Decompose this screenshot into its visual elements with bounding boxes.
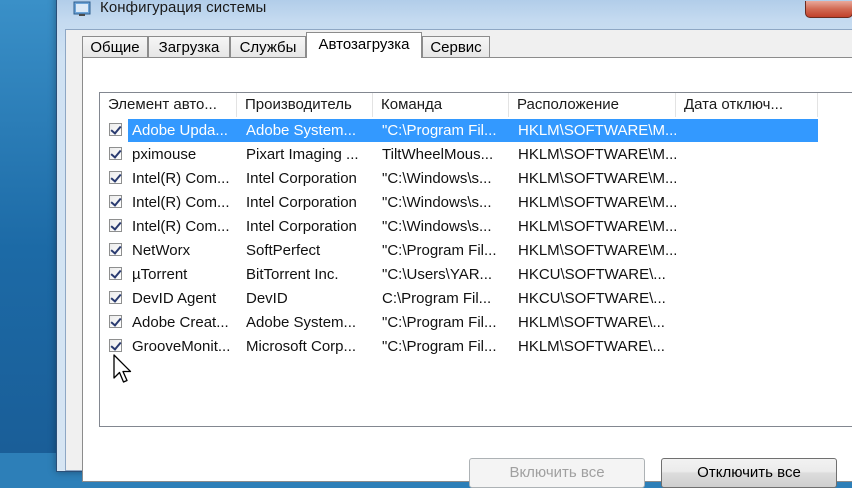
cell-manufacturer: BitTorrent Inc. bbox=[246, 266, 339, 283]
cell-location: HKLM\SOFTWARE\M... bbox=[518, 122, 676, 139]
cell-item: pximouse bbox=[132, 146, 197, 163]
row-checkbox[interactable] bbox=[109, 123, 122, 136]
cell-date bbox=[685, 263, 815, 286]
cell-manufacturer: Intel Corporation bbox=[246, 170, 357, 187]
tab-startup[interactable]: Автозагрузка bbox=[306, 32, 422, 58]
row-checkbox[interactable] bbox=[109, 315, 122, 328]
cell-command: "C:\Windows\s... bbox=[382, 218, 492, 235]
cell-manufacturer: Intel Corporation bbox=[246, 194, 357, 211]
cell-manufacturer: Microsoft Corp... bbox=[246, 338, 357, 355]
cell-date bbox=[685, 239, 815, 262]
cell-item: Intel(R) Com... bbox=[132, 170, 230, 187]
row-checkbox[interactable] bbox=[109, 339, 122, 352]
list-row[interactable]: Adobe Upda... Adobe System... "C:\Progra… bbox=[100, 119, 852, 142]
cell-item: GrooveMonit... bbox=[132, 338, 231, 355]
column-header-location[interactable]: Расположение bbox=[509, 93, 676, 117]
cell-item: Intel(R) Com... bbox=[132, 218, 230, 235]
window-title: Конфигурация системы bbox=[100, 0, 267, 16]
cell-item: Intel(R) Com... bbox=[132, 194, 230, 211]
cell-date bbox=[685, 167, 815, 190]
tab-tools[interactable]: Сервис bbox=[422, 36, 490, 57]
list-row[interactable]: NetWorx SoftPerfect "C:\Program Fil... H… bbox=[100, 239, 852, 262]
cell-command: "C:\Users\YAR... bbox=[382, 266, 493, 283]
cell-manufacturer: Intel Corporation bbox=[246, 218, 357, 235]
list-row[interactable]: GrooveMonit... Microsoft Corp... "C:\Pro… bbox=[100, 335, 852, 358]
cell-location: HKCU\SOFTWARE\... bbox=[518, 290, 666, 307]
column-header-manufacturer[interactable]: Производитель bbox=[237, 93, 373, 117]
cell-manufacturer: DevID bbox=[246, 290, 288, 307]
list-row[interactable]: DevID Agent DevID C:\Program Fil... HKCU… bbox=[100, 287, 852, 310]
startup-list[interactable]: Элемент авто... Производитель Команда Ра… bbox=[99, 92, 852, 427]
list-row[interactable]: Intel(R) Com... Intel Corporation "C:\Wi… bbox=[100, 215, 852, 238]
cell-location: HKLM\SOFTWARE\... bbox=[518, 338, 665, 355]
cell-item: Adobe Creat... bbox=[132, 314, 229, 331]
close-button[interactable] bbox=[805, 1, 852, 18]
list-row[interactable]: Adobe Creat... Adobe System... "C:\Progr… bbox=[100, 311, 852, 334]
cell-location: HKLM\SOFTWARE\M... bbox=[518, 170, 676, 187]
cell-manufacturer: Adobe System... bbox=[246, 314, 357, 331]
column-header-item[interactable]: Элемент авто... bbox=[100, 93, 237, 117]
column-header-command[interactable]: Команда bbox=[373, 93, 509, 117]
column-header-date-disabled[interactable]: Дата отключ... bbox=[676, 93, 818, 117]
cell-command: "C:\Windows\s... bbox=[382, 170, 492, 187]
cell-manufacturer: SoftPerfect bbox=[246, 242, 321, 259]
cell-manufacturer: Adobe System... bbox=[246, 122, 357, 139]
cell-date bbox=[685, 335, 815, 358]
list-row[interactable]: Intel(R) Com... Intel Corporation "C:\Wi… bbox=[100, 191, 852, 214]
cell-date bbox=[685, 287, 815, 310]
cell-location: HKLM\SOFTWARE\M... bbox=[518, 242, 676, 259]
mouse-cursor-icon bbox=[113, 354, 132, 383]
row-checkbox[interactable] bbox=[109, 267, 122, 280]
cell-location: HKLM\SOFTWARE\M... bbox=[518, 146, 676, 163]
cell-location: HKLM\SOFTWARE\... bbox=[518, 314, 665, 331]
cell-location: HKLM\SOFTWARE\M... bbox=[518, 218, 676, 235]
cell-item: DevID Agent bbox=[132, 290, 217, 307]
tab-boot[interactable]: Загрузка bbox=[148, 36, 230, 57]
desktop-background bbox=[0, 0, 60, 453]
cell-item: Adobe Upda... bbox=[132, 122, 228, 139]
cell-location: HKLM\SOFTWARE\M... bbox=[518, 194, 676, 211]
cell-item: NetWorx bbox=[132, 242, 191, 259]
client-area: Общие Загрузка Службы Автозагрузка Серви… bbox=[65, 29, 852, 488]
tab-general[interactable]: Общие bbox=[82, 36, 148, 57]
list-header: Элемент авто... Производитель Команда Ра… bbox=[100, 93, 852, 117]
tab-services[interactable]: Службы bbox=[230, 36, 306, 57]
cell-command: "C:\Program Fil... bbox=[382, 242, 497, 259]
cell-command: C:\Program Fil... bbox=[382, 290, 492, 307]
list-row[interactable]: Intel(R) Com... Intel Corporation "C:\Wi… bbox=[100, 167, 852, 190]
row-checkbox[interactable] bbox=[109, 171, 122, 184]
cell-command: "C:\Program Fil... bbox=[382, 338, 497, 355]
list-row[interactable]: pximouse Pixart Imaging ... TiltWheelMou… bbox=[100, 143, 852, 166]
cell-command: "C:\Windows\s... bbox=[382, 194, 492, 211]
cell-command: "C:\Program Fil... bbox=[382, 314, 497, 331]
row-checkbox[interactable] bbox=[109, 291, 122, 304]
cell-date bbox=[685, 215, 815, 238]
cell-item: µTorrent bbox=[132, 266, 188, 283]
row-checkbox[interactable] bbox=[109, 219, 122, 232]
cell-command: "C:\Program Fil... bbox=[382, 122, 497, 139]
list-row[interactable]: µTorrent BitTorrent Inc. "C:\Users\YAR..… bbox=[100, 263, 852, 286]
cell-date bbox=[685, 191, 815, 214]
startup-panel: Элемент авто... Производитель Команда Ра… bbox=[82, 57, 852, 488]
cell-manufacturer: Pixart Imaging ... bbox=[246, 146, 359, 163]
app-icon bbox=[73, 1, 91, 16]
disable-all-button[interactable]: Отключить все bbox=[661, 458, 837, 488]
cell-date bbox=[685, 119, 815, 142]
row-checkbox[interactable] bbox=[109, 243, 122, 256]
cell-command: TiltWheelMous... bbox=[382, 146, 494, 163]
cell-location: HKCU\SOFTWARE\... bbox=[518, 266, 666, 283]
row-checkbox[interactable] bbox=[109, 195, 122, 208]
cell-date bbox=[685, 311, 815, 334]
title-bar[interactable]: Конфигурация системы bbox=[57, 0, 852, 29]
row-checkbox[interactable] bbox=[109, 147, 122, 160]
system-config-window: Конфигурация системы Общие Загрузка Служ… bbox=[56, 0, 852, 488]
enable-all-button[interactable]: Включить все bbox=[469, 458, 645, 488]
cell-date bbox=[685, 143, 815, 166]
